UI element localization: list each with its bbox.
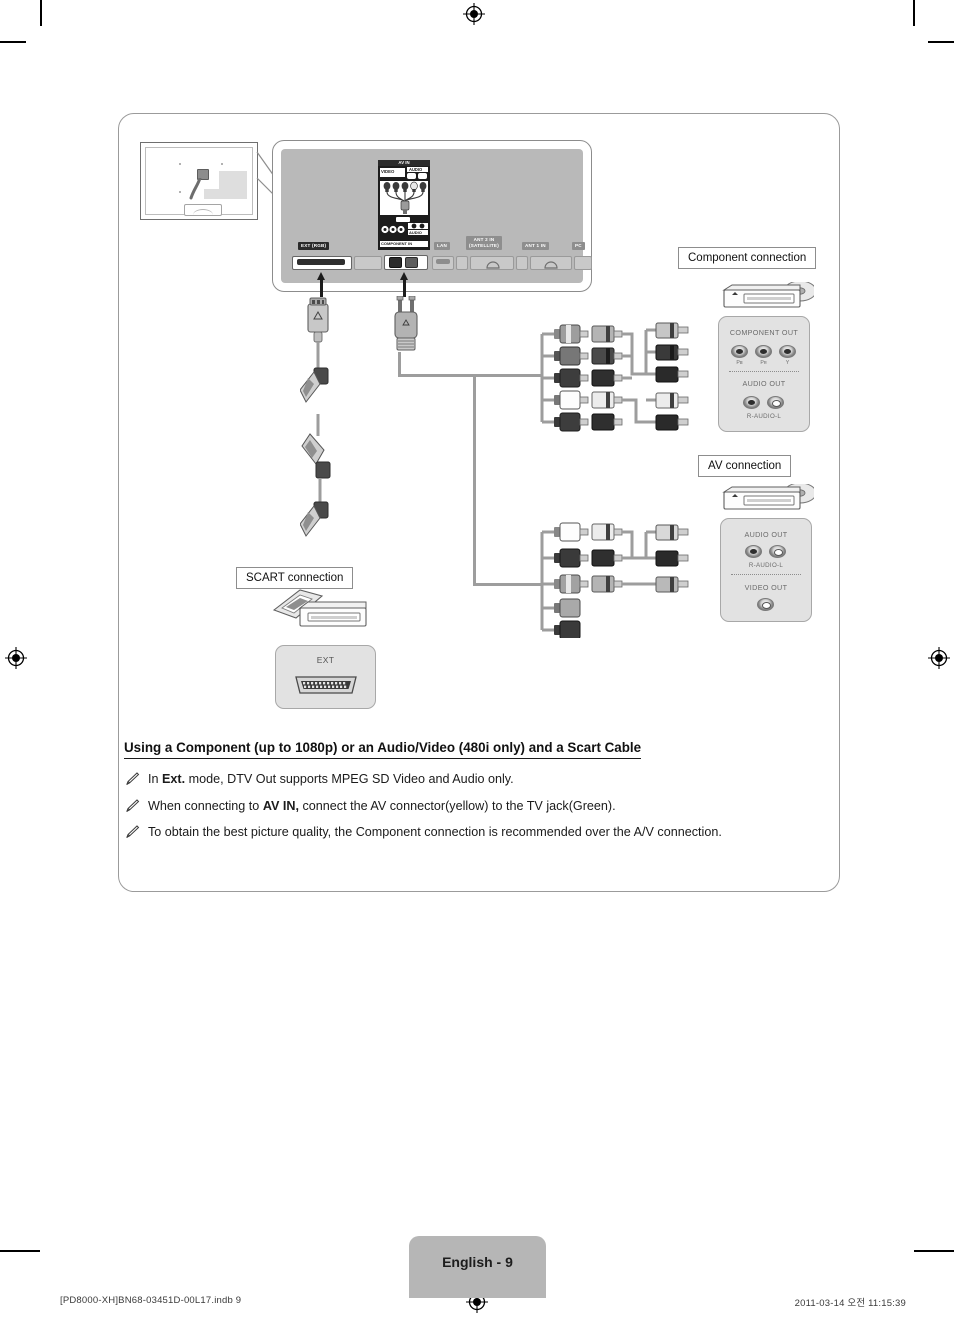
scart-device-icon <box>272 589 367 627</box>
port-slot-gap2 <box>516 256 528 270</box>
port-label-ext-rgb: EXT (RGB) <box>298 242 330 251</box>
av-in-audio-bottom-label: AUDIO <box>409 230 422 235</box>
note-2-bold: AV IN, <box>262 799 299 813</box>
page-number-label: English - 9 <box>442 1254 513 1270</box>
rca-jack-audio-l <box>767 396 784 409</box>
rca-jack-av-audio-l <box>769 545 786 558</box>
rca-jack-av-audio-r <box>745 545 762 558</box>
cable-icon <box>189 178 202 200</box>
section-heading-text: Using a Component (up to 1080p) or an Au… <box>124 740 642 759</box>
registration-mark-left <box>5 647 27 669</box>
av-out-jack-panel: AUDIO OUT R-AUDIO-L VIDEO OUT <box>720 518 812 622</box>
note-3: To obtain the best picture quality, the … <box>126 824 751 842</box>
pencil-note-icon <box>126 799 140 812</box>
rca-label-pb: Pʙ <box>736 360 743 366</box>
note-1-prefix: In <box>148 772 163 786</box>
component-audio-label: R-AUDIO-L <box>746 413 782 420</box>
registration-mark-top <box>463 3 485 25</box>
av-in-diagram-block: AV IN VIDEO AUDIO AUDIO COMPONENT IN <box>378 160 430 250</box>
jack-component-2 <box>405 257 418 268</box>
page-number-tab: English - 9 <box>409 1236 546 1298</box>
port-slot-blank1 <box>354 256 382 270</box>
note-1-bold: Ext. <box>162 772 186 786</box>
note-2: When connecting to AV IN, connect the AV… <box>126 798 786 816</box>
note-3-text: To obtain the best picture quality, the … <box>148 825 722 839</box>
rca-jack-video-out <box>757 598 774 611</box>
component-audio-out-title: AUDIO OUT <box>742 379 786 388</box>
av-in-video-label: VIDEO <box>381 169 395 174</box>
port-slot-gap1 <box>456 256 468 270</box>
rca-jack-y <box>779 345 796 358</box>
section-heading: Using a Component (up to 1080p) or an Au… <box>124 740 824 759</box>
tv-rear-thumbnail <box>140 142 258 220</box>
trunk-wire-vertical-b <box>473 374 476 586</box>
scart-connector-icon <box>295 676 357 694</box>
crop-mark-top-left-v <box>40 0 42 26</box>
rca-jack-pb <box>731 345 748 358</box>
crop-mark-mid-left <box>0 1250 40 1252</box>
port-label-lan: LAN <box>434 242 451 251</box>
note-2-suffix: connect the AV connector(yellow) to the … <box>298 799 616 813</box>
pencil-note-icon <box>126 772 140 785</box>
component-out-title: COMPONENT OUT <box>729 328 799 337</box>
audio-jack-icons <box>411 223 425 229</box>
av-dvd-player-icon <box>722 484 814 510</box>
av-in-title: AV IN <box>378 160 430 166</box>
port-label-ant2: ANT 2 IN (SATELLITE) <box>466 236 502 251</box>
panel-divider <box>729 371 799 372</box>
av-trunk-connector <box>394 296 418 351</box>
av-audio-out-title: AUDIO OUT <box>744 530 788 539</box>
jack-component-1 <box>389 257 402 268</box>
footer-filename: [PD8000-XH]BN68-03451D-00L17.indb 9 <box>60 1295 242 1306</box>
component-out-jack-panel: COMPONENT OUT Pʙ Pʀ Y AUDIO OUT R-AUDIO-… <box>718 316 810 432</box>
port-slot-lan-inner <box>436 259 450 264</box>
rca-jack-pr <box>755 345 772 358</box>
registration-mark-right <box>928 647 950 669</box>
rca-label-pr: Pʀ <box>760 360 767 366</box>
port-slot-ext-rgb-inner <box>297 259 345 265</box>
rca-jack-audio-r <box>743 396 760 409</box>
antenna-jack-icon-1 <box>544 261 558 269</box>
crop-mark-top-right-v <box>913 0 915 26</box>
note-1-suffix: mode, DTV Out supports MPEG SD Video and… <box>185 772 514 786</box>
callout-av-connection: AV connection <box>698 455 792 477</box>
crop-mark-top-right-h <box>928 41 954 43</box>
crop-mark-mid-right <box>914 1250 954 1252</box>
port-label-ant1: ANT 1 IN <box>522 242 549 251</box>
antenna-jack-icon-2 <box>486 261 500 269</box>
component-dvd-player-icon <box>722 282 814 308</box>
av-audio-label: R-AUDIO-L <box>748 562 784 569</box>
footer-timestamp: 2011-03-14 오전 11:15:39 <box>794 1298 906 1309</box>
av-panel-divider <box>731 574 801 575</box>
av-video-out-title: VIDEO OUT <box>744 583 788 592</box>
av-cable-bundle <box>540 522 689 638</box>
pencil-note-icon <box>126 825 140 838</box>
scart-ext-panel: EXT <box>275 645 376 709</box>
trunk-wire-to-component <box>473 374 543 377</box>
component-jack-icons <box>381 225 405 234</box>
scart-cable-run <box>300 297 331 537</box>
note-1: In Ext. mode, DTV Out supports MPEG SD V… <box>126 771 786 789</box>
trunk-wire-to-av <box>473 583 543 586</box>
callout-component-connection: Component connection <box>678 247 817 269</box>
crop-mark-top-left-h <box>0 41 26 43</box>
port-label-pc: PC <box>572 242 585 251</box>
av-cable-fan-icon <box>383 181 427 214</box>
scart-ext-title: EXT <box>316 655 335 665</box>
component-cable-bundle <box>540 322 689 432</box>
port-slot-pc <box>574 256 592 270</box>
av-in-audio-label: AUDIO <box>409 167 423 172</box>
rca-label-y: Y <box>785 360 790 366</box>
note-2-prefix: When connecting to <box>148 799 263 813</box>
trunk-wire-horizontal-a <box>398 374 476 377</box>
component-in-label: COMPONENT IN <box>381 241 413 246</box>
